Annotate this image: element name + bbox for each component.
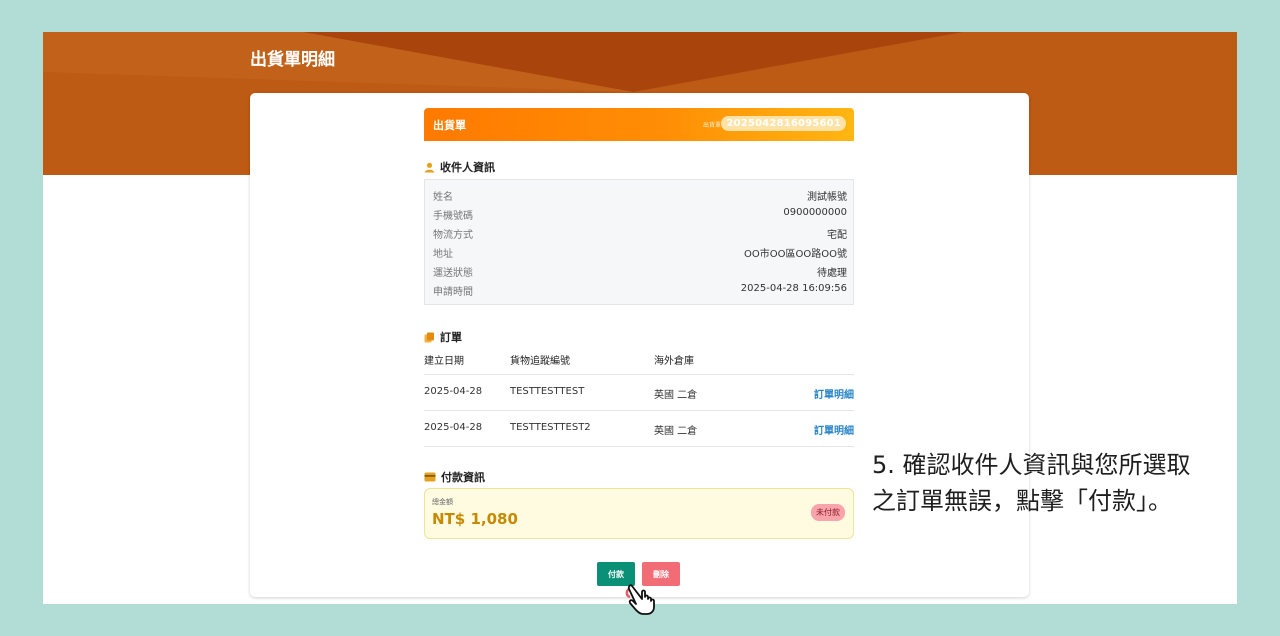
orders-table-divider <box>424 446 854 447</box>
order-warehouse: 英國 二倉 <box>654 390 698 401</box>
info-label: 運送狀態 <box>433 268 473 279</box>
order-date: 2025-04-28 <box>424 422 483 433</box>
credit-card-icon <box>424 472 436 482</box>
order-tracking-number: TESTTESTTEST2 <box>510 422 591 433</box>
info-row-logistics: 物流方式 宅配 <box>425 226 855 245</box>
info-row-request-time: 申請時間 2025-04-28 16:09:56 <box>425 283 855 302</box>
shipment-header: 出貨單 出貨單號 2025042816095601 <box>424 108 854 141</box>
table-row: 2025-04-28 TESTTESTTEST 英國 二倉 訂單明細 <box>424 374 854 411</box>
payment-summary-box: 總金額 NT$ 1,080 未付款 <box>424 488 854 539</box>
shipment-card: 出貨單 出貨單號 2025042816095601 收件人資訊 姓名 測試帳號 … <box>250 93 1029 597</box>
info-row-name: 姓名 測試帳號 <box>425 188 855 207</box>
instruction-line: 之訂單無誤，點擊「付款」。 <box>872 487 1172 515</box>
order-tracking-number: TESTTESTTEST <box>510 386 585 397</box>
payment-section-title: 付款資訊 <box>424 469 485 485</box>
info-label: 申請時間 <box>433 287 473 298</box>
order-date: 2025-04-28 <box>424 386 483 397</box>
info-label: 手機號碼 <box>433 211 473 222</box>
info-value: 0900000000 <box>783 207 847 218</box>
info-label: 物流方式 <box>433 230 473 241</box>
order-detail-link[interactable]: 訂單明細 <box>814 422 854 437</box>
info-row-phone: 手機號碼 0900000000 <box>425 207 855 226</box>
column-header-tracking: 貨物追蹤編號 <box>510 356 570 367</box>
orders-section-label: 訂單 <box>440 331 462 344</box>
instruction-line: 5. 確認收件人資訊與您所選取 <box>872 451 1191 479</box>
shipment-number-badge: 2025042816095601 <box>721 116 846 131</box>
shipment-header-title: 出貨單 <box>433 119 466 132</box>
recipient-section-title: 收件人資訊 <box>424 159 495 175</box>
column-header-date: 建立日期 <box>424 356 464 367</box>
shipment-detail: 出貨單 出貨單號 2025042816095601 收件人資訊 姓名 測試帳號 … <box>424 108 854 586</box>
order-warehouse: 英國 二倉 <box>654 426 698 437</box>
instruction-text: 5. 確認收件人資訊與您所選取 之訂單無誤，點擊「付款」。 <box>872 447 1252 519</box>
payment-status-badge: 未付款 <box>811 504 845 521</box>
info-row-address: 地址 OO市OO區OO路OO號 <box>425 245 855 264</box>
total-amount: NT$ 1,080 <box>432 510 518 528</box>
recipient-section-label: 收件人資訊 <box>440 161 495 174</box>
info-value: OO市OO區OO路OO號 <box>744 249 847 260</box>
copy-icon <box>424 332 435 343</box>
info-value: 測試帳號 <box>807 192 847 203</box>
orders-table-header: 建立日期 貨物追蹤編號 海外倉庫 <box>424 352 854 374</box>
hand-pointer-icon <box>625 584 655 615</box>
info-value: 2025-04-28 16:09:56 <box>740 283 847 294</box>
info-value: 待處理 <box>817 268 847 279</box>
user-icon <box>424 162 435 173</box>
order-detail-link[interactable]: 訂單明細 <box>814 386 854 401</box>
page-title: 出貨單明細 <box>250 50 335 70</box>
recipient-info-box: 姓名 測試帳號 手機號碼 0900000000 物流方式 宅配 地址 OO市OO… <box>424 179 854 305</box>
info-label: 姓名 <box>433 192 453 203</box>
orders-section-title: 訂單 <box>424 329 462 345</box>
info-value: 宅配 <box>827 230 847 241</box>
total-amount-label: 總金額 <box>432 498 453 506</box>
table-row: 2025-04-28 TESTTESTTEST2 英國 二倉 訂單明細 <box>424 410 854 447</box>
info-row-shipping-status: 運送狀態 待處理 <box>425 264 855 283</box>
column-header-warehouse: 海外倉庫 <box>654 356 694 367</box>
info-label: 地址 <box>433 249 453 260</box>
payment-section-label: 付款資訊 <box>441 471 485 484</box>
